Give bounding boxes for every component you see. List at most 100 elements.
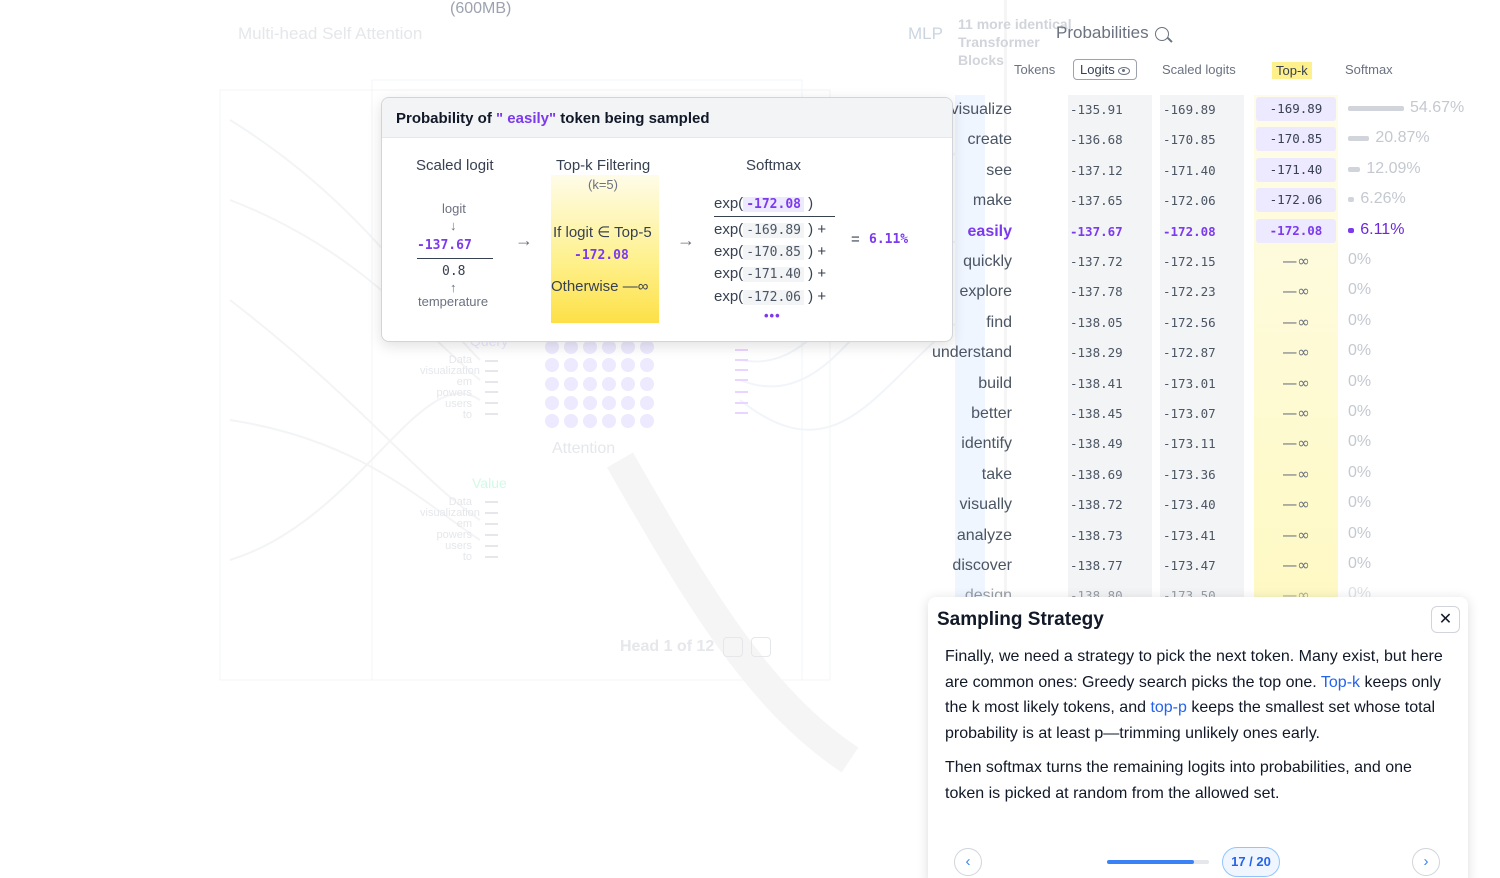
scaled-logit-value: -172.15 bbox=[1163, 254, 1216, 269]
logit-value: -138.41 bbox=[1070, 375, 1123, 391]
topk-value: -172.06 bbox=[1256, 188, 1336, 213]
token-row[interactable]: analyze -138.73 -173.41 —∞ 0% bbox=[956, 521, 1480, 551]
token-row[interactable]: find -138.05 -172.56 —∞ 0% bbox=[960, 308, 1480, 338]
topk-link[interactable]: Top-k bbox=[1321, 674, 1360, 691]
zoom-in-icon[interactable] bbox=[1154, 26, 1169, 41]
token-row[interactable]: understand -138.29 -172.87 —∞ 0% bbox=[932, 338, 1480, 368]
scaled-logits-column-header: Scaled logits bbox=[1162, 62, 1236, 77]
softmax-numerator: exp(-172.08 ) bbox=[714, 195, 814, 212]
attention-label[interactable]: Attention bbox=[552, 440, 615, 458]
token-label: quickly bbox=[963, 253, 1012, 270]
progress-bar bbox=[1107, 860, 1209, 864]
logits-toggle-button[interactable]: Logits bbox=[1073, 59, 1137, 80]
popup-title-suffix: token being sampled bbox=[560, 110, 710, 127]
softmax-value: 0% bbox=[1348, 342, 1372, 360]
token-row[interactable]: visualize -135.91 -169.89 -169.89 54.67% bbox=[951, 95, 1480, 125]
eye-icon bbox=[1117, 66, 1130, 75]
scaled-logit-value: -173.01 bbox=[1163, 375, 1216, 391]
token-row[interactable]: take -138.69 -173.36 —∞ 0% bbox=[960, 460, 1480, 490]
token-row[interactable]: identify -138.49 -173.11 —∞ 0% bbox=[960, 429, 1480, 459]
chevron-left-icon: ‹ bbox=[965, 853, 971, 870]
token-row[interactable]: build -138.41 -173.01 —∞ 0% bbox=[960, 369, 1480, 399]
mlp-label[interactable]: MLP bbox=[908, 24, 943, 44]
arrow-right-icon: → bbox=[677, 230, 695, 250]
softmax-value: 0% bbox=[1348, 372, 1372, 390]
topk-value: —∞ bbox=[1282, 495, 1310, 514]
softmax-bar bbox=[1348, 106, 1404, 111]
scaled-logit-value: -172.08 bbox=[1163, 223, 1216, 239]
token-label: visualize bbox=[950, 101, 1012, 118]
scaled-logit-value: -172.87 bbox=[1163, 345, 1216, 361]
logit-value: -137.67 bbox=[417, 238, 472, 253]
scaled-logit-value: -172.56 bbox=[1163, 314, 1216, 330]
token-row[interactable]: explore -137.78 -172.23 —∞ 0% bbox=[960, 277, 1480, 307]
panel-paragraph-1: Finally, we need a strategy to pick the … bbox=[945, 644, 1455, 746]
token-row[interactable]: create -136.68 -170.85 -170.85 20.87% bbox=[960, 125, 1480, 155]
token-row[interactable]: discover -138.77 -173.47 —∞ 0% bbox=[952, 551, 1480, 581]
logit-value: -138.69 bbox=[1070, 466, 1123, 482]
head-prev-button[interactable] bbox=[722, 637, 743, 657]
scaled-logit-value: -173.40 bbox=[1163, 497, 1216, 513]
close-icon: ✕ bbox=[1438, 611, 1453, 628]
token-row[interactable]: easily -137.67 -172.08 -172.08 6.11% bbox=[960, 217, 1480, 247]
page-indicator: 17 / 20 bbox=[1222, 847, 1280, 877]
next-step-button[interactable]: › bbox=[1412, 848, 1440, 876]
topk-value: —∞ bbox=[1282, 464, 1310, 483]
logit-value: -136.68 bbox=[1070, 132, 1123, 148]
softmax-value: 12.09% bbox=[1366, 159, 1421, 177]
value-label: Value bbox=[472, 475, 507, 491]
logit-value: -138.49 bbox=[1070, 436, 1123, 452]
topk-value: —∞ bbox=[1282, 434, 1310, 453]
softmax-value: 0% bbox=[1348, 311, 1372, 329]
head-nav-label: Head 1 of 12 bbox=[620, 638, 715, 656]
token-label: better bbox=[971, 405, 1012, 422]
token-row[interactable]: quickly -137.72 -172.15 —∞ 0% bbox=[960, 247, 1480, 277]
logit-value: -138.05 bbox=[1070, 314, 1123, 330]
softmax-denominator-term: exp(-169.89 ) + bbox=[714, 221, 827, 238]
token-row[interactable]: make -137.65 -172.06 -172.06 6.26% bbox=[960, 186, 1480, 216]
softmax-value: 20.87% bbox=[1375, 129, 1430, 147]
topk-value: —∞ bbox=[1282, 525, 1310, 544]
token-label: easily bbox=[967, 222, 1012, 240]
topp-link[interactable]: top-p bbox=[1150, 699, 1186, 716]
token-label: analyze bbox=[956, 526, 1012, 544]
softmax-value: 0% bbox=[1348, 281, 1372, 299]
topk-value: -170.85 bbox=[1256, 127, 1336, 152]
scaled-logit-title: Scaled logit bbox=[416, 157, 494, 174]
softmax-column-header: Softmax bbox=[1345, 62, 1393, 77]
topk-value: -172.08 bbox=[1256, 218, 1336, 243]
popup-title-prefix: Probability of bbox=[396, 110, 492, 127]
softmax-title: Softmax bbox=[746, 157, 802, 174]
equals-sign: = bbox=[851, 231, 860, 248]
close-button[interactable]: ✕ bbox=[1431, 606, 1460, 633]
softmax-denominator-term: exp(-172.06 ) + bbox=[714, 288, 827, 305]
topk-value: —∞ bbox=[1282, 556, 1310, 574]
softmax-value: 0% bbox=[1348, 251, 1372, 268]
token-label: explore bbox=[959, 283, 1012, 301]
softmax-denominator-term: exp(-171.40 ) + bbox=[714, 265, 827, 282]
scaled-logit-value: -172.23 bbox=[1163, 284, 1216, 300]
panel-paragraph-2: Then softmax turns the remaining logits … bbox=[945, 759, 1412, 802]
token-label: visually bbox=[959, 496, 1012, 514]
head-next-button[interactable] bbox=[751, 637, 772, 657]
topk-value: -172.08 bbox=[574, 248, 629, 263]
token-row[interactable]: visually -138.72 -173.40 —∞ 0% bbox=[960, 490, 1480, 520]
token-row[interactable]: better -138.45 -173.07 —∞ 0% bbox=[960, 399, 1480, 429]
logit-value: -137.12 bbox=[1070, 162, 1123, 178]
topk-value: —∞ bbox=[1282, 404, 1310, 422]
softmax-value: 0% bbox=[1348, 555, 1372, 572]
model-size-label: (600MB) bbox=[450, 0, 512, 17]
panel-title: Sampling Strategy bbox=[937, 609, 1104, 630]
topk-value: —∞ bbox=[1282, 312, 1310, 331]
sampling-strategy-panel: Sampling Strategy ✕ Finally, we need a s… bbox=[928, 597, 1468, 878]
softmax-value: 0% bbox=[1348, 524, 1372, 542]
token-row[interactable]: see -137.12 -171.40 -171.40 12.09% bbox=[960, 156, 1480, 186]
token-label: discover bbox=[952, 557, 1012, 574]
logit-label: logit bbox=[442, 201, 466, 216]
previous-step-button[interactable]: ‹ bbox=[954, 848, 982, 876]
probabilities-title: Probabilities bbox=[1056, 23, 1169, 43]
scaled-logit-value: -173.47 bbox=[1163, 558, 1216, 573]
softmax-value: 0% bbox=[1348, 494, 1372, 512]
token-label: take bbox=[981, 465, 1012, 483]
popup-title: Probability of " easily" token being sam… bbox=[382, 98, 952, 138]
